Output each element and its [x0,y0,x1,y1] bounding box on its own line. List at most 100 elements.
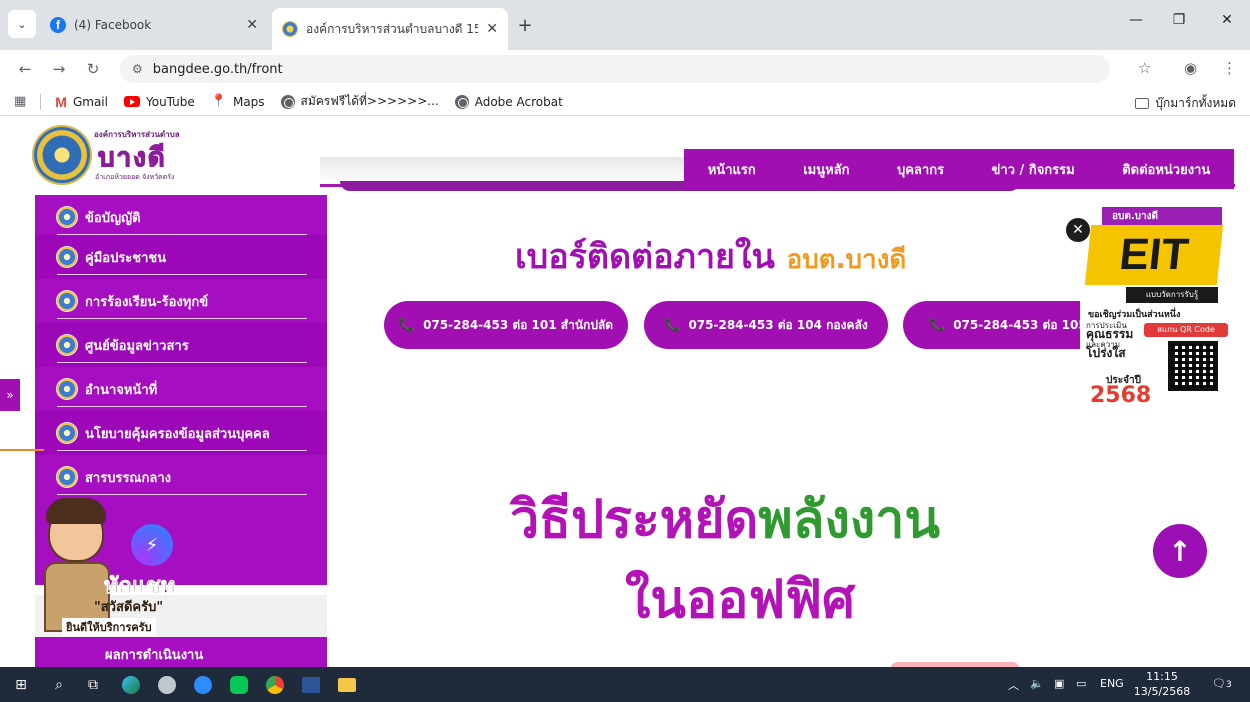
close-popup-button[interactable]: ✕ [1066,218,1090,242]
new-tab-button[interactable]: + [512,12,538,38]
scroll-to-top-button[interactable]: ↑ [1153,524,1207,578]
seal-icon [57,423,77,443]
sidebar-item-label: การร้องเรียน-ร้องทุกข์ [85,294,209,310]
bookmark-adobe[interactable]: Adobe Acrobat [454,94,563,109]
tab-search-button[interactable]: ⌄ [8,10,36,38]
language-indicator[interactable]: ENG [1100,677,1124,690]
windows-start-icon[interactable]: ⊞ [10,674,32,696]
line-icon[interactable] [228,674,250,696]
globe-icon [454,94,469,109]
close-tab-icon[interactable]: ✕ [246,17,258,33]
eit-org: อบต.บางดี [1102,207,1222,225]
file-explorer-icon[interactable] [336,674,358,696]
bookmark-youtube[interactable]: YouTube [123,95,195,109]
back-button[interactable]: ← [14,58,36,80]
gmail-icon: M [55,93,67,110]
task-view-icon[interactable]: ⧉ [82,674,104,696]
bookmarks-bar: ▦ M Gmail YouTube 📍 Maps สมัครฟรีได้ที่>… [0,88,1250,116]
edge-icon[interactable] [120,674,142,696]
tab-title: (4) Facebook [74,18,152,32]
sidebar-item-info-center[interactable]: ศูนย์ข้อมูลข่าวสาร [35,323,327,367]
expand-panel-button[interactable]: » [0,379,20,411]
contact-heading-org: อบต.บางดี [786,245,907,275]
system-clock[interactable]: 11:15 13/5/2568 [1132,669,1192,699]
reload-button[interactable]: ↻ [82,58,104,80]
org-seal-logo[interactable] [34,127,90,183]
app-icon[interactable] [156,674,178,696]
close-tab-icon[interactable]: ✕ [486,21,498,37]
sidebar-item-label: ศูนย์ข้อมูลข่าวสาร [85,338,189,354]
site-header: องค์การบริหารส่วนตำบล บางดี อำเภอห้วยยอด… [0,117,1250,195]
eit-popup[interactable]: อบต.บางดี EIT แบบวัดการรับรู้ ขอเชิญร่วม… [1080,207,1228,411]
sidebar-item-complaints[interactable]: การร้องเรียน-ร้องทุกข์ [35,279,327,323]
close-window-button[interactable]: ✕ [1212,12,1242,28]
chat-greeting: "สวัสดีครับ" [94,600,164,615]
minimize-button[interactable]: — [1121,12,1151,28]
nav-personnel[interactable]: บุคลากร [897,159,944,180]
network-icon[interactable]: ▣ [1054,677,1064,690]
seal-icon [57,291,77,311]
close-icon: ✕ [1072,222,1084,238]
arrow-up-icon: ↑ [1168,534,1192,568]
phone-icon: 📞 [929,317,946,333]
forward-button[interactable]: → [48,58,70,80]
bookmark-star-icon[interactable]: ☆ [1138,59,1151,77]
double-chevron-right-icon: » [6,388,14,402]
notification-center-icon[interactable]: 🗨3 [1212,677,1232,690]
qr-code[interactable] [1168,341,1218,391]
messenger-icon[interactable]: ⚡ [131,524,173,566]
sidebar-item-privacy-policy[interactable]: นโยบายคุ้มครองข้อมูลส่วนบุคคล [35,411,327,455]
bookmark-label: Adobe Acrobat [474,94,563,109]
facebook-icon: f [50,17,66,33]
web-page: องค์การบริหารส่วนตำบล บางดี อำเภอห้วยยอด… [0,117,1250,667]
chrome-icon[interactable] [264,674,286,696]
bookmark-label: สมัครฟรีได้ที่>>>>>>... [300,94,439,108]
bookmark-gmail[interactable]: M Gmail [55,94,108,110]
bookmark-maps[interactable]: 📍 Maps [211,94,265,109]
restore-button[interactable]: ❐ [1164,12,1194,28]
nav-main-menu[interactable]: เมนูหลัก [803,159,849,180]
sidebar-item-regulations[interactable]: ข้อบัญญัติ [35,195,327,239]
menu-kebab-icon[interactable]: ⋮ [1222,59,1237,77]
phone-button-office[interactable]: 📞 075-284-453 ต่อ 101 สำนักปลัด [384,301,628,349]
browser-tab-bar: ⌄ f (4) Facebook ✕ องค์การบริหารส่วนตำบล… [0,0,1250,50]
phone-button-engineering[interactable]: 📞 075-284-453 ต่อ 105 ก [903,301,1103,349]
sidebar-item-citizen-manual[interactable]: คู่มือประชาชน [35,235,327,279]
search-icon[interactable]: ⌕ [48,674,70,696]
contact-heading: เบอร์ติดต่อภายใน อบต.บางดี [515,229,906,283]
eit-year: 2568 [1090,383,1152,408]
sidebar-item-authority[interactable]: อำนาจหน้าที่ [35,367,327,411]
phone-label: 075-284-453 ต่อ 105 ก [953,317,1099,332]
battery-icon[interactable]: ▭ [1076,677,1086,690]
address-bar[interactable]: ⚙ bangdee.go.th/front [120,55,1110,83]
eit-eval-big2: โปร่งใส [1086,346,1126,360]
site-info-icon[interactable]: ⚙ [132,62,143,76]
sidebar-item-label: คู่มือประชาชน [85,250,167,266]
volume-icon[interactable]: 🔈 [1030,677,1044,690]
clock-date: 13/5/2568 [1133,685,1191,698]
tray-chevron-icon[interactable]: ︿ [1008,677,1019,693]
nav-news[interactable]: ข่าว / กิจกรรม [992,159,1075,180]
bookmark-signup[interactable]: สมัครฟรีได้ที่>>>>>>... [280,92,439,111]
url-text: bangdee.go.th/front [152,61,283,77]
eit-eval-big: คุณธรรม [1086,327,1134,341]
apps-grid-icon[interactable]: ▦ [14,94,26,109]
maps-icon: 📍 [210,94,227,109]
seal-icon [282,21,298,37]
tab-facebook[interactable]: f (4) Facebook ✕ [40,8,268,42]
all-bookmarks-button[interactable]: บุ๊กมาร์กทั้งหมด [1135,94,1236,113]
tab-bangdee[interactable]: องค์การบริหารส่วนตำบลบางดี 150 ม ✕ [272,8,508,50]
profile-icon[interactable]: ◉ [1184,59,1197,77]
word-icon[interactable] [300,674,322,696]
bookmark-label: Maps [232,94,265,109]
seal-icon [57,247,77,267]
logo-location: อำเภอห้วยยอด จังหวัดตรัง [95,173,175,181]
chat-widget[interactable]: ⚡ ทักแชท "สวัสดีครับ" ยินดีให้บริการครับ [28,484,208,644]
phone-button-finance[interactable]: 📞 075-284-453 ต่อ 104 กองคลัง [644,301,888,349]
browser-toolbar: ← → ↻ ⚙ bangdee.go.th/front ☆ ◉ ⋮ [0,50,1250,88]
main-nav: หน้าแรก เมนูหลัก บุคลากร ข่าว / กิจกรรม … [684,149,1234,189]
zoom-icon[interactable] [192,674,214,696]
bookmark-label: Gmail [72,94,108,109]
nav-home[interactable]: หน้าแรก [708,159,756,180]
nav-contact[interactable]: ติดต่อหน่วยงาน [1122,159,1210,180]
